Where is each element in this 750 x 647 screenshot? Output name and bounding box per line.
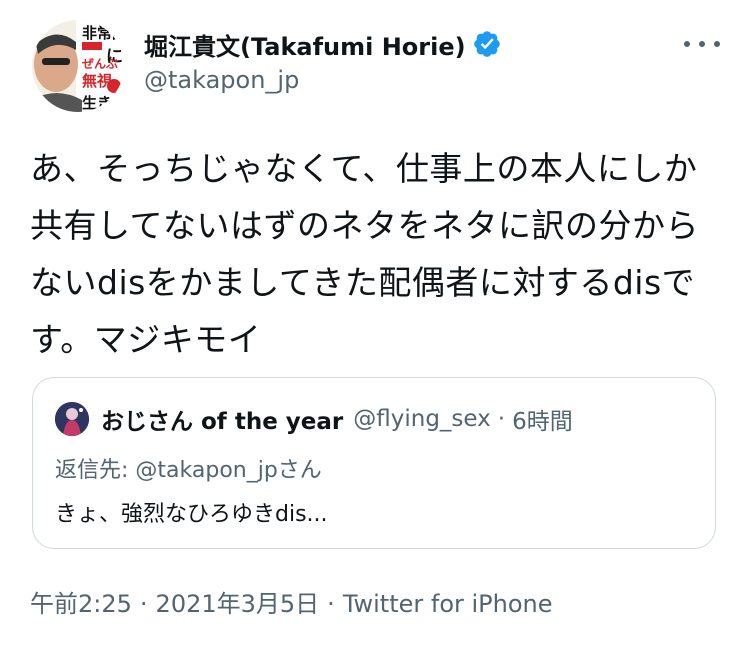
- verified-badge-icon: [472, 29, 502, 59]
- avatar-text-1: 非常識: [82, 24, 124, 42]
- quoted-reply-to: 返信先: @takapon_jpさん: [55, 458, 322, 483]
- tweet-meta: 午前2:25 · 2021年3月5日 · Twitter for iPhone: [30, 584, 553, 619]
- tweet-text: あ、そっちじゃなくて、仕事上の本人にしか共有してないはずのネタをネタに訳の分から…: [30, 149, 700, 359]
- quoted-display-name[interactable]: おじさん of the year: [101, 402, 343, 436]
- author-display-name[interactable]: 堀江貴文(Takafumi Horie): [144, 27, 466, 62]
- profile-avatar[interactable]: 非常識 に ぜんぶ 無視 生き: [32, 20, 124, 112]
- quoted-text: きょ、強烈なひろゆきdis...: [55, 502, 328, 527]
- quoted-time[interactable]: 6時間: [512, 402, 573, 436]
- tweet: 非常識 に ぜんぶ 無視 生き 堀江貴文(Takafumi Horie) @ta…: [0, 0, 750, 647]
- more-options-icon[interactable]: [684, 34, 720, 54]
- quoted-avatar: [55, 402, 89, 436]
- avatar-image: 非常識 に ぜんぶ 無視 生き: [32, 20, 124, 112]
- tweet-date[interactable]: 2021年3月5日: [156, 590, 320, 618]
- meta-separator: ·: [327, 590, 335, 618]
- avatar-text-5: 生き: [82, 94, 112, 112]
- author-handle[interactable]: @takapon_jp: [144, 66, 664, 94]
- quoted-tweet-header: おじさん of the year @flying_sex · 6時間: [55, 402, 573, 436]
- tweet-source[interactable]: Twitter for iPhone: [343, 590, 553, 618]
- quoted-separator: ·: [497, 406, 506, 432]
- more-dot: [699, 41, 705, 47]
- tweet-time[interactable]: 午前2:25: [30, 590, 132, 618]
- meta-separator: ·: [139, 590, 148, 618]
- author-info: 堀江貴文(Takafumi Horie) @takapon_jp: [144, 26, 664, 94]
- more-dot: [684, 41, 690, 47]
- name-row: 堀江貴文(Takafumi Horie): [144, 26, 664, 62]
- more-dot: [714, 41, 720, 47]
- quoted-handle[interactable]: @flying_sex: [353, 406, 491, 432]
- quoted-tweet[interactable]: おじさん of the year @flying_sex · 6時間 返信先: …: [32, 377, 716, 549]
- avatar-text-3: ぜんぶ: [82, 57, 118, 71]
